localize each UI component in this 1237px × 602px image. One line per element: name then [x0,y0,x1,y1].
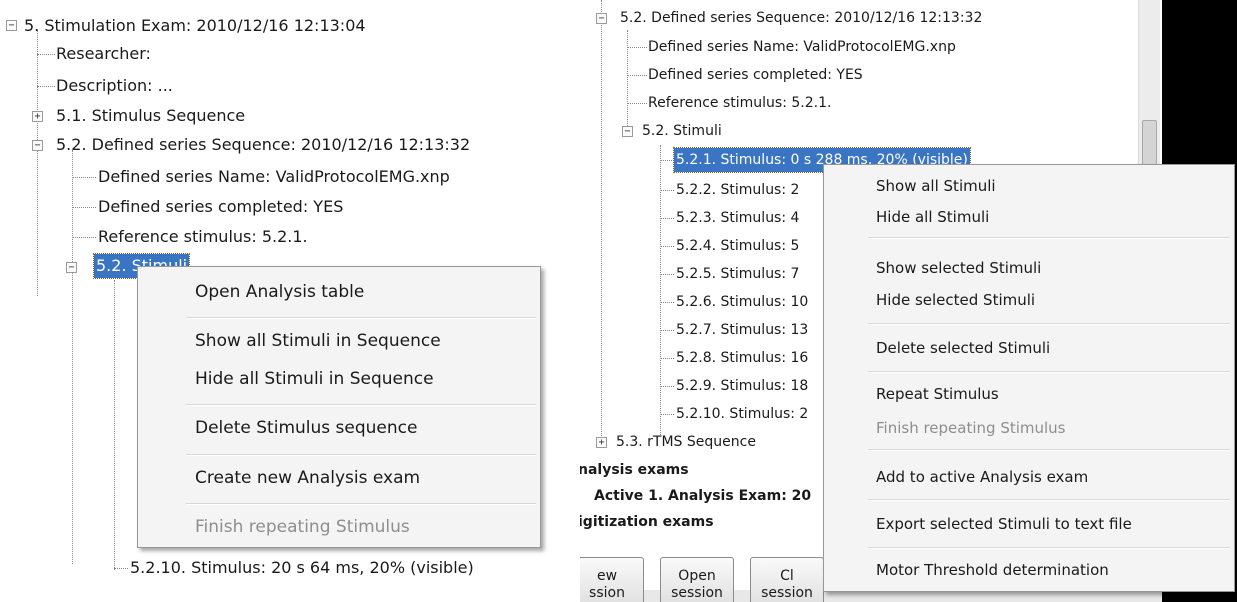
collapse-icon[interactable]: − [6,20,17,31]
menu-item-repeat-stimulus[interactable]: Repeat Stimulus [824,379,1234,409]
collapse-icon[interactable]: − [66,262,77,273]
tree-node-analysis-exams[interactable]: nalysis exams [580,458,691,482]
menu-item-show-all-stimuli[interactable]: Show all Stimuli [824,171,1234,201]
tree-node-reference-stimulus[interactable]: Reference stimulus: 5.2.1. [646,91,833,115]
menu-item-motor-threshold-determination[interactable]: Motor Threshold determination [824,555,1234,585]
menu-item-show-selected-stimuli[interactable]: Show selected Stimuli [824,253,1234,283]
tree-node-stimulus-5-2-5[interactable]: 5.2.5. Stimulus: 7 [674,262,801,286]
left-screenshot-panel: − 5. Stimulation Exam: 2010/12/16 12:13:… [0,0,580,602]
expand-icon[interactable]: + [32,111,43,122]
tree-node-digitization-exams[interactable]: igitization exams [580,510,716,534]
menu-item-open-analysis-table[interactable]: Open Analysis table [138,277,540,307]
tree-node-stimulus-5-2-6[interactable]: 5.2.6. Stimulus: 10 [674,290,810,314]
tree-node-defined-series-completed[interactable]: Defined series completed: YES [646,63,865,87]
tree-node-defined-series-sequence[interactable]: 5.2. Defined series Sequence: 2010/12/16… [618,6,984,30]
tree-node-defined-series-sequence[interactable]: 5.2. Defined series Sequence: 2010/12/16… [54,133,472,157]
tree-node-stimulus-5-2-7[interactable]: 5.2.7. Stimulus: 13 [674,318,810,342]
menu-item-finish-repeating-stimulus[interactable]: Finish repeating Stimulus [138,512,540,542]
menu-item-finish-repeating-stimulus[interactable]: Finish repeating Stimulus [824,413,1234,443]
right-screenshot-panel: − 5.2. Defined series Sequence: 2010/12/… [580,0,1237,602]
close-session-button[interactable]: Cl session [750,557,824,602]
collapse-icon[interactable]: − [622,126,633,137]
expand-icon[interactable]: + [596,437,607,448]
tree-node-defined-series-name[interactable]: Defined series Name: ValidProtocolEMG.xn… [646,35,958,59]
menu-item-hide-all-stimuli-in-sequence[interactable]: Hide all Stimuli in Sequence [138,364,540,394]
open-session-button[interactable]: Open session [660,557,734,602]
tree-node-stimulus-sequence[interactable]: 5.1. Stimulus Sequence [54,104,247,128]
tree-node-researcher[interactable]: Researcher: [54,42,153,66]
menu-item-create-new-analysis-exam[interactable]: Create new Analysis exam [138,463,540,493]
tree-node-stimulus-5-2-10[interactable]: 5.2.10. Stimulus: 20 s 64 ms, 20% (visib… [128,556,476,580]
context-menu-stimuli: Show all Stimuli Hide all Stimuli Show s… [823,164,1235,592]
tree-node-stimulus-5-2-8[interactable]: 5.2.8. Stimulus: 16 [674,346,810,370]
menu-item-hide-selected-stimuli[interactable]: Hide selected Stimuli [824,285,1234,315]
new-session-button[interactable]: ew ssion [580,557,644,602]
tree-node-rtms-sequence[interactable]: 5.3. rTMS Sequence [614,430,758,454]
tree-node-defined-series-completed[interactable]: Defined series completed: YES [96,195,345,219]
tree-node-stimulus-5-2-4[interactable]: 5.2.4. Stimulus: 5 [674,234,801,258]
tree-node-stimulus-5-2-9[interactable]: 5.2.9. Stimulus: 18 [674,374,810,398]
tree-node-active-analysis-exam[interactable]: Active 1. Analysis Exam: 20 [592,484,813,508]
collapse-icon[interactable]: − [596,13,607,24]
menu-item-delete-stimulus-sequence[interactable]: Delete Stimulus sequence [138,413,540,443]
tree-node-reference-stimulus[interactable]: Reference stimulus: 5.2.1. [96,225,310,249]
tree-node-stimulus-5-2-2[interactable]: 5.2.2. Stimulus: 2 [674,178,801,202]
menu-item-hide-all-stimuli[interactable]: Hide all Stimuli [824,202,1234,232]
menu-item-show-all-stimuli-in-sequence[interactable]: Show all Stimuli in Sequence [138,326,540,356]
menu-item-delete-selected-stimuli[interactable]: Delete selected Stimuli [824,333,1234,363]
context-menu-sequence: Open Analysis table Show all Stimuli in … [137,266,541,548]
tree-node-stimulus-5-2-10[interactable]: 5.2.10. Stimulus: 2 [674,402,810,426]
menu-item-export-selected-stimuli[interactable]: Export selected Stimuli to text file [824,509,1234,539]
tree-node-stimuli[interactable]: 5.2. Stimuli [640,119,724,143]
tree-node-stimulation-exam[interactable]: 5. Stimulation Exam: 2010/12/16 12:13:04 [22,14,368,38]
menu-item-add-to-active-analysis-exam[interactable]: Add to active Analysis exam [824,462,1234,492]
tree-node-stimulus-5-2-3[interactable]: 5.2.3. Stimulus: 4 [674,206,801,230]
tree-node-defined-series-name[interactable]: Defined series Name: ValidProtocolEMG.xn… [96,165,452,189]
tree-node-description[interactable]: Description: ... [54,74,175,98]
collapse-icon[interactable]: − [32,140,43,151]
